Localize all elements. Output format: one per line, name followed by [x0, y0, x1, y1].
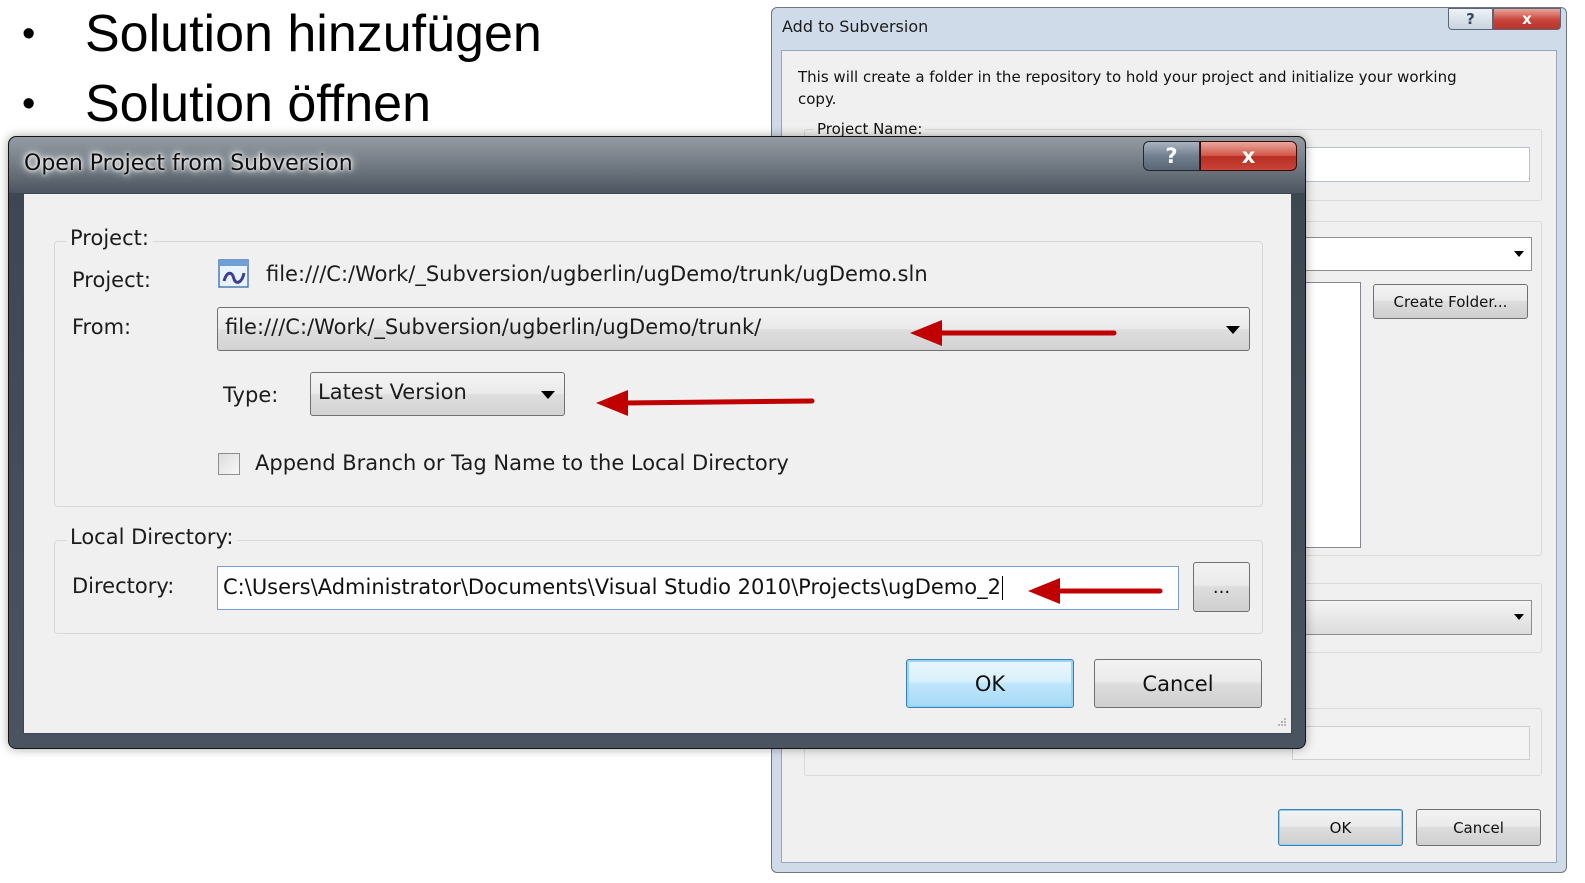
- project-path: file:///C:/Work/_Subversion/ugberlin/ugD…: [266, 262, 928, 286]
- directory-value: C:\Users\Administrator\Documents\Visual …: [223, 575, 1003, 600]
- dropdown-arrow-icon: [1514, 251, 1524, 257]
- browse-button[interactable]: ...: [1193, 562, 1250, 612]
- dialog-description: This will create a folder in the reposit…: [798, 68, 1457, 108]
- bullet-text: Solution hinzufügen: [85, 5, 542, 63]
- size-grip-icon[interactable]: [1273, 715, 1287, 729]
- local-path-input[interactable]: [1292, 726, 1530, 760]
- help-icon: ?: [1165, 144, 1178, 168]
- ok-button[interactable]: OK: [906, 659, 1074, 708]
- from-value: file:///C:/Work/_Subversion/ugberlin/ugD…: [225, 315, 762, 339]
- annotation-arrow: [1028, 578, 1163, 604]
- browse-label: ...: [1212, 576, 1231, 598]
- bullet-text: Solution öffnen: [85, 75, 431, 133]
- annotation-arrow: [596, 390, 815, 416]
- solution-file-icon: [218, 259, 249, 288]
- cancel-button[interactable]: Cancel: [1094, 659, 1262, 708]
- type-combo[interactable]: Latest Version: [310, 372, 565, 416]
- help-button[interactable]: ?: [1448, 8, 1493, 30]
- local-directory-group-label: Local Directory:: [66, 525, 238, 549]
- create-folder-label: Create Folder...: [1393, 292, 1508, 311]
- close-icon: x: [1241, 144, 1256, 168]
- project-label: Project:: [72, 268, 151, 292]
- cancel-label: Cancel: [1453, 818, 1504, 837]
- bullet-marker: •: [22, 13, 36, 55]
- type-label: Type:: [223, 383, 279, 407]
- from-label: From:: [72, 315, 132, 339]
- dialog-client-area: Project: Project: file:///C:/Work/_Subve…: [23, 193, 1292, 734]
- append-branch-label: Append Branch or Tag Name to the Local D…: [255, 451, 789, 475]
- dialog-title: Add to Subversion: [782, 17, 929, 36]
- repository-url-combo[interactable]: [1292, 237, 1532, 271]
- type-value: Latest Version: [318, 380, 467, 404]
- append-branch-checkbox[interactable]: [218, 453, 240, 475]
- cancel-label: Cancel: [1142, 671, 1214, 696]
- project-name-input[interactable]: [1292, 147, 1530, 182]
- project-group-label: Project:: [66, 226, 153, 250]
- close-icon: x: [1522, 10, 1532, 28]
- open-project-dialog: Open Project from Subversion ? x Project…: [8, 136, 1306, 749]
- dialog-title: Open Project from Subversion: [24, 151, 353, 176]
- close-button[interactable]: x: [1493, 8, 1561, 30]
- title-bar-buttons: ? x: [1143, 141, 1297, 171]
- dropdown-arrow-icon: [541, 391, 555, 399]
- title-bar-buttons: ? x: [1448, 8, 1561, 30]
- working-copy-combo[interactable]: [1292, 600, 1532, 635]
- ok-label: OK: [974, 671, 1006, 696]
- annotation-arrow: [910, 320, 1117, 346]
- dropdown-arrow-icon: [1226, 326, 1240, 334]
- help-button[interactable]: ?: [1143, 141, 1200, 171]
- ok-button[interactable]: OK: [1278, 809, 1403, 846]
- directory-label: Directory:: [72, 574, 175, 598]
- close-button[interactable]: x: [1200, 141, 1297, 171]
- help-icon: ?: [1466, 10, 1475, 28]
- dropdown-arrow-icon: [1514, 614, 1524, 620]
- ok-label: OK: [1329, 818, 1352, 837]
- cancel-button[interactable]: Cancel: [1416, 809, 1541, 846]
- create-folder-button[interactable]: Create Folder...: [1373, 284, 1528, 319]
- bullet-marker: •: [22, 83, 36, 125]
